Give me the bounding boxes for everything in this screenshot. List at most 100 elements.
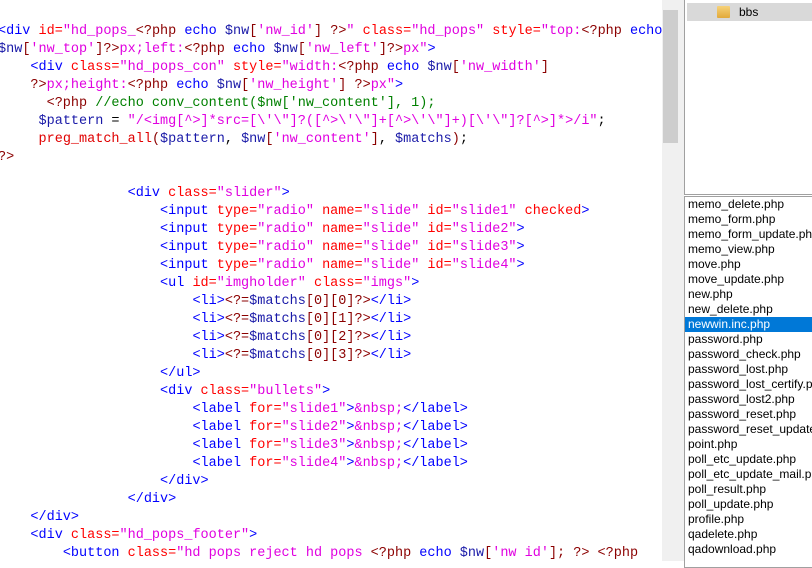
file-item[interactable]: password.php (685, 332, 812, 347)
code-token: "slide3" (281, 438, 347, 453)
code-token: "radio" (257, 258, 323, 273)
code-token: "imgholder" (216, 276, 314, 291)
code-token: "hd pops reject hd pops (176, 546, 371, 561)
code-line[interactable]: <?php //echo conv_content($nw['nw_conten… (0, 95, 662, 113)
code-token: <?php (370, 546, 420, 561)
code-line[interactable]: <li><?=$matchs[0][1]?></li> (0, 311, 662, 329)
code-line[interactable]: <input type="radio" name="slide" id="sli… (0, 257, 662, 275)
code-line[interactable]: ?>px;height:<?php echo $nw['nw_height'] … (0, 77, 662, 95)
code-line[interactable]: $pattern = "/<img[^>]*src=[\'\"]?([^>\'\… (0, 113, 662, 131)
file-item[interactable]: qadelete.php (685, 527, 812, 542)
editor-vertical-scrollbar[interactable] (662, 0, 679, 561)
code-token: $matchs (249, 330, 306, 345)
code-token: type= (216, 240, 258, 255)
file-item[interactable]: memo_delete.php (685, 197, 812, 212)
code-token: </div> (127, 492, 177, 507)
file-item[interactable]: memo_view.php (685, 242, 812, 257)
code-line[interactable]: <label for="slide1">&nbsp;</label> (0, 401, 662, 419)
code-token: class= (127, 546, 177, 561)
code-token: "hd_pops_con" (119, 60, 233, 75)
code-token: <?php (581, 24, 630, 39)
file-item[interactable]: newwin.inc.php (685, 317, 812, 332)
folder-tree[interactable]: bbs (684, 0, 812, 195)
code-token: <button (62, 546, 128, 561)
code-line[interactable]: <li><?=$matchs[0][2]?></li> (0, 329, 662, 347)
code-line[interactable]: <input type="radio" name="slide" id="sli… (0, 203, 662, 221)
code-line[interactable]: <li><?=$matchs[0][3]?></li> (0, 347, 662, 365)
code-line[interactable]: </div> (0, 473, 662, 491)
file-item[interactable]: move.php (685, 257, 812, 272)
code-line[interactable]: <button class="hd pops reject hd pops <?… (0, 545, 662, 561)
file-item[interactable]: poll_update.php (685, 497, 812, 512)
code-line[interactable]: <label for="slide2">&nbsp;</label> (0, 419, 662, 437)
code-token: preg_match_all (38, 132, 152, 147)
code-token: ; (597, 114, 606, 129)
code-line[interactable]: ?> (0, 149, 662, 167)
code-token: [0][1]?> (305, 312, 371, 327)
code-line[interactable]: <div class="hd_pops_footer"> (0, 527, 662, 545)
code-line[interactable] (0, 167, 662, 185)
code-token: "slide4" (281, 456, 347, 471)
code-token: "slide2" (451, 222, 517, 237)
code-token: 'nw_id' (257, 24, 315, 39)
code-token: "radio" (257, 222, 323, 237)
code-line[interactable]: <input type="radio" name="slide" id="sli… (0, 221, 662, 239)
file-item[interactable]: password_reset.php (685, 407, 812, 422)
code-line[interactable]: <input type="radio" name="slide" id="sli… (0, 239, 662, 257)
file-item[interactable]: new.php (685, 287, 812, 302)
scrollbar-thumb[interactable] (663, 10, 678, 143)
code-line[interactable]: preg_match_all($pattern, $nw['nw_content… (0, 131, 662, 149)
code-line[interactable]: <div id="hd_pops_<?php echo $nw['nw_id']… (0, 23, 662, 41)
code-token: &nbsp; (354, 456, 404, 471)
code-token: <div (30, 528, 71, 543)
file-item[interactable]: profile.php (685, 512, 812, 527)
code-token: $pattern (160, 132, 225, 147)
code-line[interactable]: <li><?=$matchs[0][0]?></li> (0, 293, 662, 311)
code-line[interactable]: <label for="slide3">&nbsp;</label> (0, 437, 662, 455)
file-item[interactable]: password_reset_update.php (685, 422, 812, 437)
code-token: ) (451, 132, 460, 147)
file-item[interactable]: new_delete.php (685, 302, 812, 317)
code-token: "top: (540, 24, 582, 39)
code-line[interactable]: <div class="slider"> (0, 185, 662, 203)
file-list[interactable]: memo_delete.php memo_form.php memo_form_up… (684, 196, 812, 568)
file-item[interactable]: poll_etc_update_mail.php (685, 467, 812, 482)
file-item[interactable]: memo_form_update.php (685, 227, 812, 242)
code-token: [ (297, 42, 306, 57)
code-token: 'nw_top' (30, 42, 96, 57)
code-line[interactable]: </div> (0, 509, 662, 527)
file-item[interactable]: move_update.php (685, 272, 812, 287)
code-line[interactable]: <div class="bullets"> (0, 383, 662, 401)
code-token: ( (151, 132, 161, 147)
code-editor[interactable]: <div id="hd_pops_<?php echo $nw['nw_id']… (0, 0, 662, 561)
code-line[interactable]: </div> (0, 491, 662, 509)
code-token: &nbsp; (354, 420, 404, 435)
file-item[interactable]: point.php (685, 437, 812, 452)
code-line[interactable]: <div class="hd_pops_con" style="width:<?… (0, 59, 662, 77)
code-token: class= (313, 276, 363, 291)
code-content[interactable]: <div id="hd_pops_<?php echo $nw['nw_id']… (0, 23, 662, 561)
code-token: </label> (403, 402, 468, 417)
code-line[interactable]: </ul> (0, 365, 662, 383)
code-token: echo (419, 546, 460, 561)
file-item[interactable]: password_lost.php (685, 362, 812, 377)
code-token: "slide" (362, 258, 428, 273)
code-token: id= (427, 258, 452, 273)
file-item[interactable]: password_check.php (685, 347, 812, 362)
file-item[interactable]: password_lost_certify.php (685, 377, 812, 392)
code-line[interactable]: $nw['nw_top']?>px;left:<?php echo $nw['n… (0, 41, 662, 59)
code-line[interactable]: <label for="slide4">&nbsp;</label> (0, 455, 662, 473)
file-item[interactable]: memo_form.php (685, 212, 812, 227)
file-item[interactable]: password_lost2.php (685, 392, 812, 407)
file-item[interactable]: poll_etc_update.php (685, 452, 812, 467)
tree-item-bbs[interactable]: bbs (687, 3, 812, 21)
code-token: </li> (370, 312, 412, 327)
code-token: for= (249, 420, 282, 435)
file-item[interactable]: qadownload.php (685, 542, 812, 557)
file-item[interactable]: poll_result.php (685, 482, 812, 497)
code-token: > (427, 42, 436, 57)
code-line[interactable]: <ul id="imgholder" class="imgs"> (0, 275, 662, 293)
